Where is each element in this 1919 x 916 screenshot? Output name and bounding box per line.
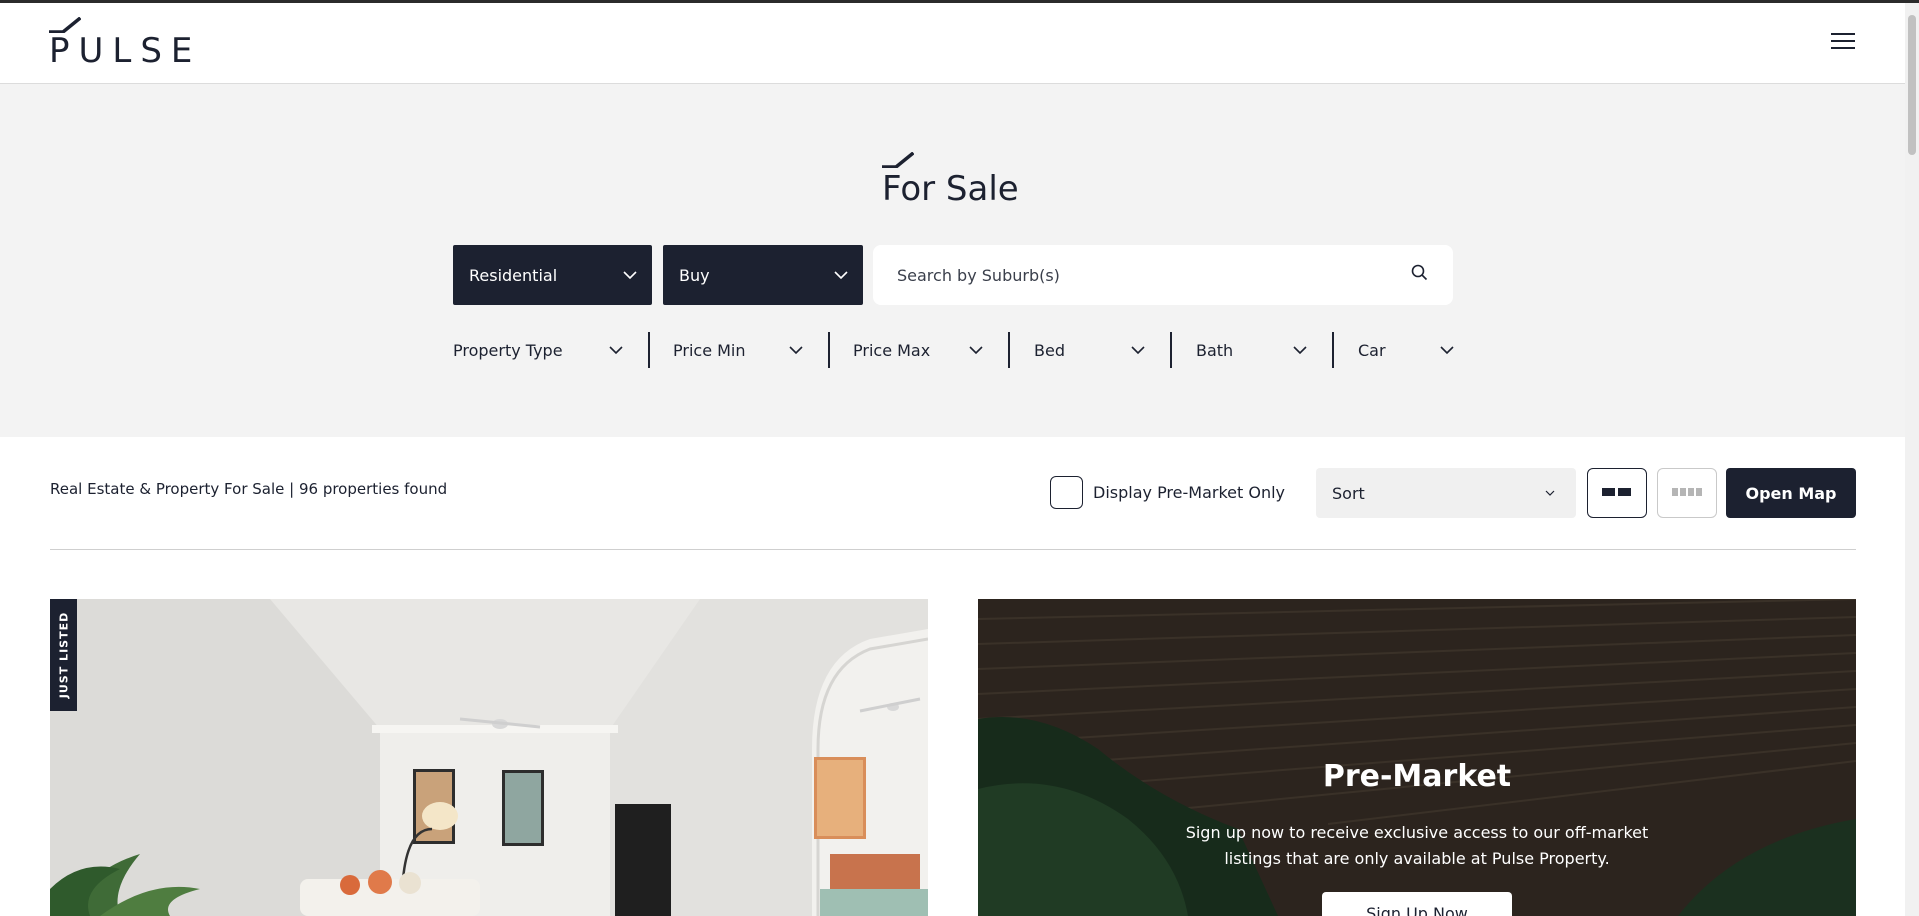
suburb-search [873,245,1453,305]
listing-photo [50,599,928,916]
filter-label: Property Type [453,340,563,360]
sign-up-now-label: Sign Up Now [1366,904,1468,916]
chevron-down-icon [609,346,623,355]
just-listed-badge-text: JUST LISTED [57,611,70,699]
chevron-down-icon [789,346,803,355]
chevron-down-icon [1131,346,1145,355]
sign-up-now-button[interactable]: Sign Up Now [1322,892,1512,916]
results-summary: Real Estate & Property For Sale | 96 pro… [50,480,448,498]
suburb-search-input[interactable] [897,245,1377,305]
mode-dropdown[interactable]: Buy [663,245,863,305]
search-icon[interactable] [1410,263,1430,283]
filter-divider [1008,332,1010,368]
chevron-down-icon [969,346,983,355]
page-scrollbar[interactable] [1905,3,1919,916]
open-map-button[interactable]: Open Map [1726,468,1856,518]
chevron-down-icon [1545,490,1555,496]
category-dropdown-label: Residential [469,265,558,285]
filter-bath[interactable]: Bath [1196,332,1308,368]
premarket-checkbox[interactable] [1050,476,1083,509]
premarket-description: Sign up now to receive exclusive access … [1185,823,1649,868]
filter-label: Bath [1196,340,1234,360]
four-column-grid-icon [1672,488,1702,496]
sort-select[interactable]: Sort [1316,468,1576,518]
grid-two-column-view-button[interactable] [1587,468,1647,518]
sort-select-label: Sort [1332,483,1365,503]
two-column-grid-icon [1602,488,1631,496]
page-title: For Sale [882,169,1019,209]
filter-label: Car [1358,340,1386,360]
filter-divider [828,332,830,368]
filter-divider [648,332,650,368]
premarket-title: Pre-Market [1322,759,1512,794]
filter-bed[interactable]: Bed [1034,332,1146,368]
pulse-logo[interactable]: PULSE [49,17,192,69]
filter-label: Price Max [853,340,931,360]
chevron-down-icon [1293,346,1307,355]
premarket-checkbox-label[interactable]: Display Pre-Market Only [1093,483,1285,502]
chevron-down-icon [834,271,848,280]
filter-label: Price Min [673,340,746,360]
site-header: PULSE [0,3,1905,84]
hamburger-menu-icon[interactable] [1831,33,1857,53]
chevron-down-icon [623,271,637,280]
results-divider [50,549,1856,550]
logo-text: PULSE [49,31,202,71]
filter-label: Bed [1034,340,1065,360]
category-dropdown[interactable]: Residential [453,245,652,305]
premarket-promo-card: Pre-Market Sign up now to receive exclus… [978,599,1856,916]
title-mark-icon [882,152,914,168]
filter-divider [1332,332,1334,368]
mode-dropdown-label: Buy [679,265,710,285]
filter-price-min[interactable]: Price Min [673,332,804,368]
scrollbar-thumb[interactable] [1908,15,1916,155]
filter-divider [1170,332,1172,368]
filter-property-type[interactable]: Property Type [453,332,624,368]
filter-car[interactable]: Car [1358,332,1455,368]
filter-price-max[interactable]: Price Max [853,332,984,368]
search-hero: For Sale Residential Buy Property Type P… [0,84,1905,437]
listing-card[interactable]: JUST LISTED [50,599,928,916]
chevron-down-icon [1440,346,1454,355]
just-listed-badge: JUST LISTED [50,599,77,711]
filter-row: Property Type Price Min Price Max Bed Ba… [453,332,1455,368]
grid-four-column-view-button[interactable] [1657,468,1717,518]
